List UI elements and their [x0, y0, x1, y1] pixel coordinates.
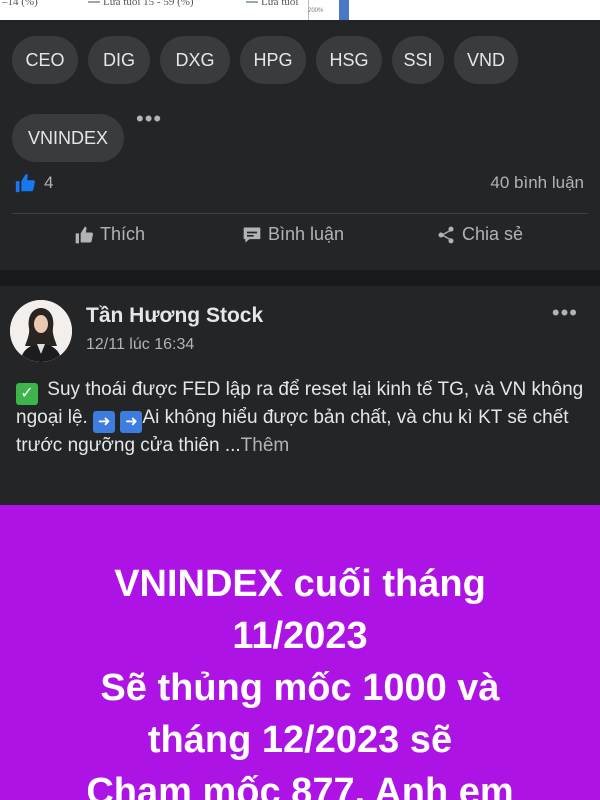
banner-text-line: tháng 12/2023 sẽ [147, 719, 453, 761]
thumbs-up-icon [75, 226, 94, 243]
comment-label: Bình luận [268, 224, 345, 244]
banner-text-line: Sẽ thủng mốc 1000 và [100, 667, 500, 709]
comment-button[interactable]: Bình luận [242, 224, 344, 245]
right-arrow-icon: ➜ [120, 411, 143, 433]
check-mark-icon: ✓ [16, 383, 38, 405]
share-button[interactable]: Chia sẻ [436, 224, 523, 245]
previous-post-chart-strip: –14 (%) Lứa tuổi 15 - 59 (%) Lứa tuổi 20… [0, 0, 600, 20]
hashtag-chip[interactable]: HSG [316, 36, 382, 84]
chart-bar [339, 0, 349, 20]
chart-legend-item: Lứa tuổi 15 - 59 (%) [88, 0, 194, 8]
share-label: Chia sẻ [462, 224, 524, 244]
reaction-count: 4 [44, 173, 54, 192]
banner-text-line: 11/2023 [232, 615, 368, 657]
banner-text-line: VNINDEX cuối tháng [114, 563, 486, 605]
share-icon [438, 226, 454, 243]
hashtag-chip[interactable]: DIG [88, 36, 150, 84]
feed-separator [0, 270, 600, 286]
post-options-icon[interactable]: ••• [552, 300, 578, 326]
reaction-summary[interactable]: 4 [14, 172, 53, 194]
divider [12, 213, 588, 214]
like-label: Thích [100, 224, 146, 244]
comments-count-link[interactable]: 40 bình luận [490, 173, 584, 193]
chart-legend-item: –14 (%) [2, 0, 38, 8]
comment-icon [243, 227, 261, 242]
post-body-text: ✓ Suy thoái được FED lập ra để reset lại… [16, 377, 588, 459]
post-timestamp[interactable]: 12/11 lúc 16:34 [86, 336, 194, 354]
banner-text-line: Chạm mốc 877. Anh em [86, 771, 514, 800]
post-action-bar: Thích Bình luận Chia sẻ [0, 224, 600, 260]
hashtag-chip[interactable]: VND [454, 36, 518, 84]
hashtag-chip[interactable]: VNINDEX [12, 114, 124, 162]
chart-legend-item: Lứa tuổi [246, 0, 298, 8]
more-tags-icon[interactable]: ••• [136, 106, 162, 132]
post-image-banner[interactable]: VNINDEX cuối tháng 11/2023 Sẽ thủng mốc … [0, 505, 600, 800]
post-card-previous: CEO DIG DXG HPG HSG SSI VND VNINDEX ••• … [0, 20, 600, 270]
hashtag-chip[interactable]: DXG [160, 36, 230, 84]
hashtag-chip[interactable]: SSI [392, 36, 444, 84]
hashtag-chip[interactable]: CEO [12, 36, 78, 84]
like-reaction-icon [15, 173, 35, 193]
chart-axis-label: 200% [308, 8, 324, 14]
right-arrow-icon: ➜ [93, 411, 116, 433]
post-card: Tần Hương Stock 12/11 lúc 16:34 ••• ✓ Su… [0, 286, 600, 800]
avatar[interactable] [10, 300, 72, 362]
like-button[interactable]: Thích [74, 224, 145, 245]
see-more-link[interactable]: Thêm [241, 435, 290, 456]
profile-photo-icon [10, 300, 72, 362]
hashtag-chip[interactable]: HPG [240, 36, 306, 84]
post-author-name[interactable]: Tần Hương Stock [86, 304, 263, 328]
